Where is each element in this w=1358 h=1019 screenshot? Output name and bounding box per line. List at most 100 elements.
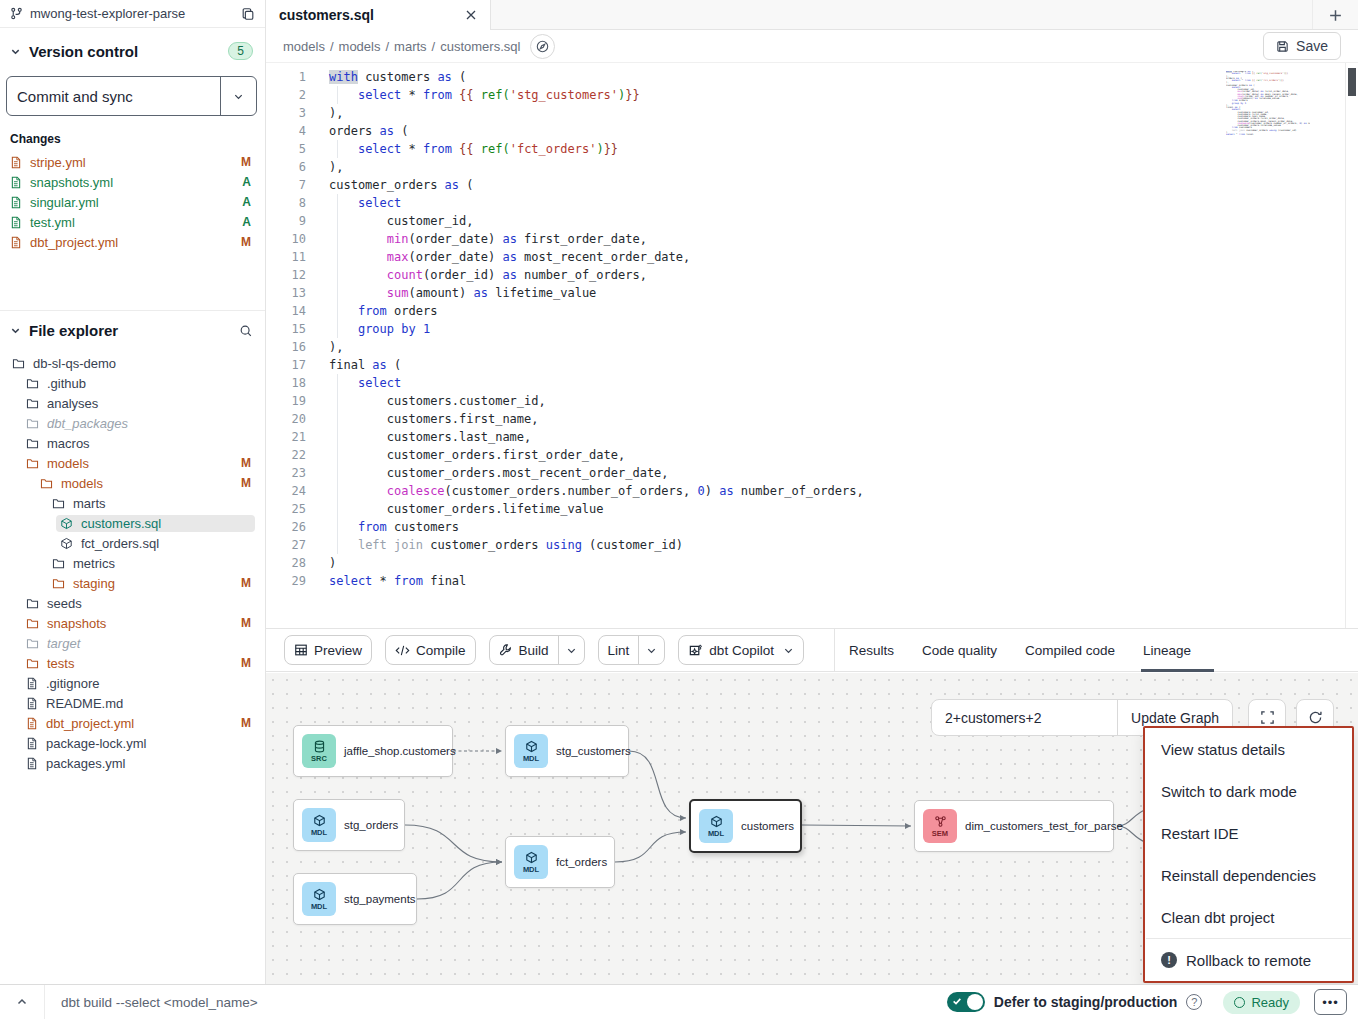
minimap[interactable]: with customers as ( select * from {{ ref… — [1226, 71, 1310, 141]
code-line[interactable]: 29select * from final — [266, 572, 1358, 590]
tree-item-macros[interactable]: macros — [0, 433, 265, 453]
changed-file-row[interactable]: stripe.ymlM — [0, 152, 265, 172]
code-line[interactable]: 12 count(order_id) as number_of_orders, — [266, 266, 1358, 284]
open-docs-icon[interactable] — [530, 34, 555, 59]
file-explorer-header[interactable]: File explorer — [0, 311, 265, 347]
tree-item--gitignore[interactable]: .gitignore — [0, 673, 265, 693]
tree-item--github[interactable]: .github — [0, 373, 265, 393]
code-line[interactable]: 9 customer_id, — [266, 212, 1358, 230]
code-line[interactable]: 19 customers.customer_id, — [266, 392, 1358, 410]
changed-file-row[interactable]: snapshots.ymlA — [0, 172, 265, 192]
editor-scrollbar-thumb[interactable] — [1348, 68, 1356, 96]
tree-item-dbt-project-yml[interactable]: dbt_project.ymlM — [0, 713, 265, 733]
code-line[interactable]: 13 sum(amount) as lifetime_value — [266, 284, 1358, 302]
compile-button[interactable]: Compile — [385, 635, 476, 665]
dbt-copilot-button[interactable]: dbt Copilot — [678, 635, 804, 665]
code-line[interactable]: 27 left join customer_orders using (cust… — [266, 536, 1358, 554]
tree-item-marts[interactable]: marts — [0, 493, 265, 513]
menu-item-reinstall-dependencies[interactable]: Reinstall dependencies — [1145, 854, 1352, 896]
lineage-search-input[interactable]: 2+customers+2 — [932, 700, 1117, 735]
menu-item-view-status-details[interactable]: View status details — [1145, 728, 1352, 770]
breadcrumb-item[interactable]: marts — [394, 39, 427, 54]
copy-branch-icon[interactable] — [241, 7, 255, 21]
menu-item-clean-dbt-project[interactable]: Clean dbt project — [1145, 896, 1352, 938]
menu-item-switch-to-dark-mode[interactable]: Switch to dark mode — [1145, 770, 1352, 812]
tree-item-models[interactable]: modelsM — [0, 473, 265, 493]
tree-item-customers-sql[interactable]: customers.sql — [0, 513, 265, 533]
code-line[interactable]: 2 select * from {{ ref('stg_customers')}… — [266, 86, 1358, 104]
breadcrumb-item[interactable]: customers.sql — [440, 39, 520, 54]
tree-item-snapshots[interactable]: snapshotsM — [0, 613, 265, 633]
tree-item-models[interactable]: modelsM — [0, 453, 265, 473]
menu-item-rollback-to-remote[interactable]: !Rollback to remote — [1145, 939, 1352, 981]
code-line[interactable]: 1with customers as ( — [266, 68, 1358, 86]
tree-item-fct-orders-sql[interactable]: fct_orders.sql — [0, 533, 265, 553]
menu-item-restart-ide[interactable]: Restart IDE — [1145, 812, 1352, 854]
code-line[interactable]: 22 customer_orders.first_order_date, — [266, 446, 1358, 464]
lineage-node-stg_customers[interactable]: MDLstg_customers — [505, 725, 629, 777]
code-line[interactable]: 26 from customers — [266, 518, 1358, 536]
code-line[interactable]: 11 max(order_date) as most_recent_order_… — [266, 248, 1358, 266]
defer-toggle[interactable] — [947, 992, 985, 1012]
code-line[interactable]: 14 from orders — [266, 302, 1358, 320]
tree-item-tests[interactable]: testsM — [0, 653, 265, 673]
tree-item-readme-md[interactable]: README.md — [0, 693, 265, 713]
code-line[interactable]: 5 select * from {{ ref('fct_orders')}} — [266, 140, 1358, 158]
code-line[interactable]: 6), — [266, 158, 1358, 176]
expand-console-icon[interactable] — [0, 985, 45, 1019]
code-line[interactable]: 28) — [266, 554, 1358, 572]
lineage-node-stg_payments[interactable]: MDLstg_payments — [293, 873, 417, 925]
tree-item-staging[interactable]: stagingM — [0, 573, 265, 593]
tree-item-packages-yml[interactable]: packages.yml — [0, 753, 265, 773]
tree-item-dbt-packages[interactable]: dbt_packages — [0, 413, 265, 433]
code-line[interactable]: 21 customers.last_name, — [266, 428, 1358, 446]
lineage-panel[interactable]: SRCjaffle_shop.customers MDLstg_customers… — [266, 673, 1358, 984]
code-line[interactable]: 15 group by 1 — [266, 320, 1358, 338]
tab-compiled-code[interactable]: Compiled code — [1011, 628, 1129, 672]
lineage-node-stg_orders[interactable]: MDLstg_orders — [293, 799, 405, 851]
save-button[interactable]: Save — [1263, 32, 1341, 60]
code-line[interactable]: 23 customer_orders.most_recent_order_dat… — [266, 464, 1358, 482]
code-line[interactable]: 25 customer_orders.lifetime_value — [266, 500, 1358, 518]
version-control-header[interactable]: Version control 5 — [0, 28, 265, 66]
code-line[interactable]: 8 select — [266, 194, 1358, 212]
build-button[interactable]: Build — [489, 635, 585, 665]
editor-scrollbar[interactable] — [1345, 63, 1358, 628]
code-line[interactable]: 20 customers.first_name, — [266, 410, 1358, 428]
code-line[interactable]: 24 coalesce(customer_orders.number_of_or… — [266, 482, 1358, 500]
tab-results[interactable]: Results — [835, 628, 908, 672]
tree-item-db-sl-qs-demo[interactable]: db-sl-qs-demo — [0, 353, 265, 373]
tree-item-seeds[interactable]: seeds — [0, 593, 265, 613]
breadcrumb-item[interactable]: models — [339, 39, 381, 54]
code-line[interactable]: 7customer_orders as ( — [266, 176, 1358, 194]
code-line[interactable]: 18 select — [266, 374, 1358, 392]
tab-lineage[interactable]: Lineage — [1129, 628, 1205, 672]
close-tab-icon[interactable] — [465, 9, 477, 21]
build-options-chevron[interactable] — [558, 636, 584, 664]
breadcrumb-item[interactable]: models — [283, 39, 325, 54]
tree-item-analyses[interactable]: analyses — [0, 393, 265, 413]
code-line[interactable]: 4orders as ( — [266, 122, 1358, 140]
tree-item-package-lock-yml[interactable]: package-lock.yml — [0, 733, 265, 753]
code-editor[interactable]: 1with customers as (2 select * from {{ r… — [266, 62, 1358, 628]
code-line[interactable]: 17final as ( — [266, 356, 1358, 374]
commit-and-sync-button[interactable]: Commit and sync — [6, 76, 257, 116]
changed-file-row[interactable]: dbt_project.ymlM — [0, 232, 265, 252]
tree-item-metrics[interactable]: metrics — [0, 553, 265, 573]
preview-button[interactable]: Preview — [284, 635, 372, 665]
help-icon[interactable]: ? — [1186, 994, 1202, 1010]
tree-item-target[interactable]: target — [0, 633, 265, 653]
code-line[interactable]: 16), — [266, 338, 1358, 356]
lint-button[interactable]: Lint — [598, 635, 666, 665]
lineage-node-dim[interactable]: SEMdim_customers_test_for_parse — [914, 800, 1114, 852]
changed-file-row[interactable]: singular.ymlA — [0, 192, 265, 212]
new-tab-button[interactable] — [1312, 0, 1358, 30]
lint-options-chevron[interactable] — [638, 636, 664, 664]
lineage-node-jaffle[interactable]: SRCjaffle_shop.customers — [293, 725, 453, 777]
changed-file-row[interactable]: test.ymlA — [0, 212, 265, 232]
tab-code-quality[interactable]: Code quality — [908, 628, 1011, 672]
code-line[interactable]: 10 min(order_date) as first_order_date, — [266, 230, 1358, 248]
search-icon[interactable] — [239, 324, 253, 338]
lineage-node-customers[interactable]: MDLcustomers — [689, 799, 802, 853]
more-options-button[interactable]: ••• — [1314, 989, 1347, 1015]
